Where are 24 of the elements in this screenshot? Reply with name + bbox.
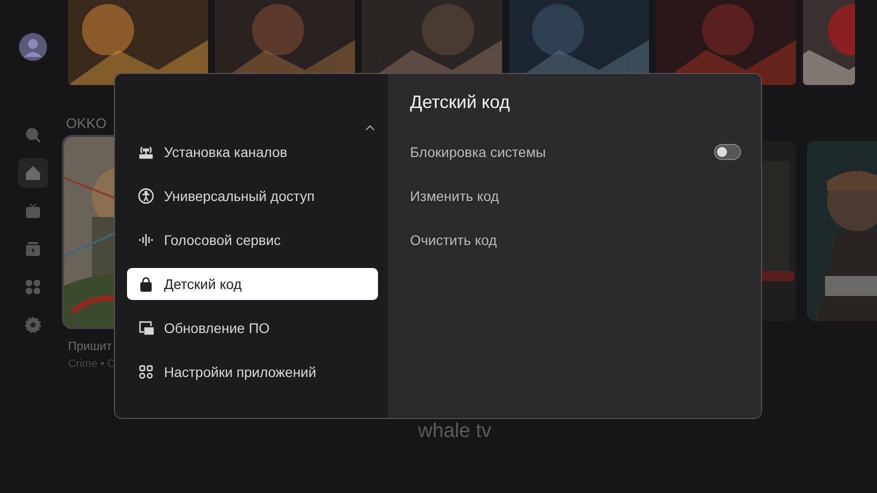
- home-icon[interactable]: [18, 158, 48, 188]
- apps-icon: [138, 364, 154, 380]
- menu-item[interactable]: Детский код: [127, 268, 378, 300]
- chevron-up-icon[interactable]: [365, 125, 375, 131]
- setting-option[interactable]: Изменить код: [410, 174, 741, 218]
- antenna-icon: [138, 144, 154, 160]
- brand-logo: whale tv: [418, 420, 492, 443]
- setting-label: Блокировка системы: [410, 144, 546, 160]
- accessibility-icon: [138, 188, 154, 204]
- section-title: OKKO: [66, 115, 106, 131]
- menu-item[interactable]: Обновление ПО: [127, 312, 378, 344]
- setting-row[interactable]: Блокировка системы: [410, 130, 741, 174]
- avatar-icon[interactable]: [18, 32, 48, 62]
- lock-icon: [138, 276, 154, 292]
- screen-icon: [138, 320, 154, 336]
- menu-item[interactable]: Голосовой сервис: [127, 224, 378, 256]
- dialog-title: Детский код: [410, 92, 511, 114]
- menu-item[interactable]: Установка каналов: [127, 136, 378, 168]
- menu-item[interactable]: Настройки приложений: [127, 356, 378, 388]
- setting-option[interactable]: Очистить код: [410, 218, 741, 262]
- waveform-icon: [138, 232, 154, 248]
- toggle-switch[interactable]: [714, 144, 741, 160]
- featured-title: Пришит: [68, 339, 112, 353]
- menu-item[interactable]: Универсальный доступ: [127, 180, 378, 212]
